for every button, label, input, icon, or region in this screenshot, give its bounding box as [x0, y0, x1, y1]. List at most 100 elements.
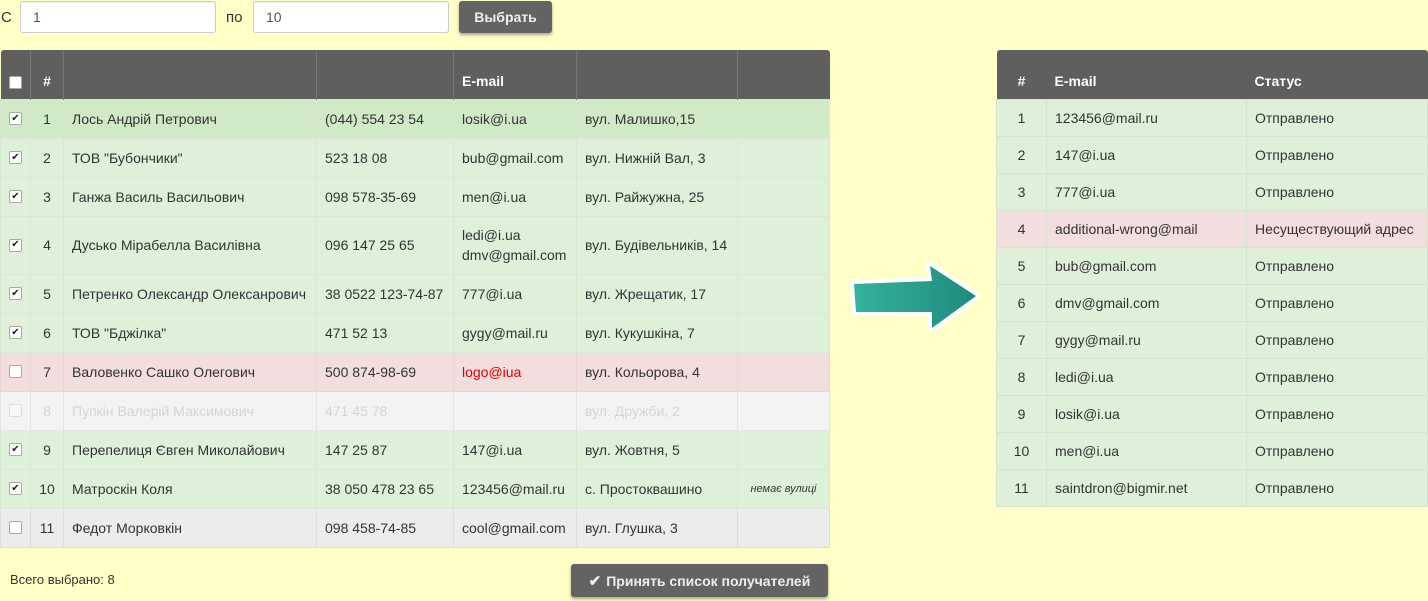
status-row-email: ledi@i.ua — [1046, 357, 1247, 396]
row-email: ledi@i.ua — [462, 227, 521, 243]
row-address: вул. Райжужна, 25 — [576, 176, 738, 217]
row-address: вул. Будівельників, 14 — [576, 215, 738, 275]
status-row-email: 777@i.ua — [1046, 172, 1247, 211]
table-row[interactable]: ✔ 3 Ганжа Василь Васильович 098 578-35-69 me… — [0, 176, 830, 217]
row-email-cell: losik@i.ua — [453, 98, 577, 139]
header-email: E-mail — [453, 50, 577, 99]
status-row-status: Отправлено — [1246, 320, 1428, 359]
table-row[interactable]: ✔ 4 Дусько Мірабелла Василівна 096 147 25 6… — [0, 215, 830, 275]
right-arrow-icon — [850, 262, 980, 332]
status-row-num: 10 — [996, 431, 1047, 470]
table-row[interactable]: ✔ 9 Перепелиця Євген Миколайович 147 25 87 1… — [0, 429, 830, 470]
row-email: 147@i.ua — [462, 441, 523, 458]
status-row: 4 additional-wrong@mail Несуществующий адр… — [996, 209, 1428, 248]
status-row: 1 123456@mail.ru Отправлено — [996, 98, 1428, 137]
total-selected: Всего выбрано: 8 — [10, 572, 115, 587]
status-row-email: 123456@mail.ru — [1046, 98, 1247, 137]
status-row-status: Отправлено — [1246, 357, 1428, 396]
row-phone: 096 147 25 65 — [316, 215, 454, 275]
check-icon: ✔ — [588, 572, 602, 590]
status-header-email: E-mail — [1046, 50, 1247, 99]
table-row[interactable]: ✔ 2 ТОВ "Бубончики" 523 18 08 bub@gmail.com в… — [0, 137, 830, 178]
status-row-email: men@i.ua — [1046, 431, 1247, 470]
select-all-checkbox[interactable] — [8, 75, 22, 89]
row-checkbox[interactable] — [9, 404, 22, 417]
status-row: 10 men@i.ua Отправлено — [996, 431, 1428, 470]
row-checkbox-cell — [0, 507, 31, 548]
row-name: ТОВ "Бджілка" — [63, 312, 317, 353]
row-checkbox[interactable]: ✔ — [9, 482, 22, 495]
row-checkbox[interactable]: ✔ — [9, 238, 22, 252]
row-note — [737, 273, 830, 314]
row-phone: 147 25 87 — [316, 429, 454, 470]
row-num: 8 — [30, 390, 64, 431]
table-row[interactable]: ✔ 1 Лось Андрій Петрович (044) 554 23 54 los… — [0, 98, 830, 139]
row-num: 11 — [30, 507, 64, 548]
table-row[interactable]: 11 Федот Морковкін 098 458-74-85 cool@gmail… — [0, 507, 830, 548]
row-name: Лось Андрій Петрович — [63, 98, 317, 139]
to-input[interactable] — [253, 1, 449, 33]
row-email-cell: men@i.ua — [453, 176, 577, 217]
row-checkbox[interactable] — [9, 365, 22, 378]
table-row[interactable]: ✔ 6 ТОВ "Бджілка" 471 52 13 gygy@mail.ru вул.… — [0, 312, 830, 353]
select-button[interactable]: Выбрать — [459, 1, 552, 33]
row-phone: 500 874-98-69 — [316, 351, 454, 392]
status-row-num: 2 — [996, 135, 1047, 174]
row-checkbox[interactable]: ✔ — [9, 443, 22, 456]
select-all-header — [0, 50, 31, 99]
status-header-row: # E-mail Статус — [996, 50, 1428, 99]
status-row-num: 11 — [996, 468, 1047, 507]
row-name: Федот Морковкін — [63, 507, 317, 548]
row-note — [737, 176, 830, 217]
row-note — [737, 429, 830, 470]
header-address — [576, 50, 738, 99]
row-email-cell: 123456@mail.ru — [453, 468, 577, 509]
row-note: немає вулиці — [737, 468, 830, 509]
table-row[interactable]: ✔ 5 Петренко Олександр Олексанрович 38 0522… — [0, 273, 830, 314]
status-row-num: 3 — [996, 172, 1047, 211]
row-num: 2 — [30, 137, 64, 178]
status-row-email: additional-wrong@mail — [1046, 209, 1247, 248]
row-checkbox-cell: ✔ — [0, 137, 31, 178]
row-address: с. Простоквашино — [576, 468, 738, 509]
status-row-status: Отправлено — [1246, 135, 1428, 174]
table-row[interactable]: 7 Валовенко Сашко Олегович 500 874-98-69 lo… — [0, 351, 830, 392]
row-note — [737, 507, 830, 548]
header-num: # — [30, 50, 64, 99]
row-checkbox-cell — [0, 390, 31, 431]
row-checkbox[interactable]: ✔ — [9, 151, 22, 164]
row-phone: 523 18 08 — [316, 137, 454, 178]
row-email: logo@iua — [462, 363, 522, 380]
status-row-status: Отправлено — [1246, 246, 1428, 285]
row-address: вул. Малишко,15 — [576, 98, 738, 139]
status-row-num: 9 — [996, 394, 1047, 433]
accept-recipients-button[interactable]: ✔ Принять список получателей — [571, 564, 828, 597]
row-email-cell: bub@gmail.com — [453, 137, 577, 178]
row-address: вул. Нижній Вал, 3 — [576, 137, 738, 178]
row-name: ТОВ "Бубончики" — [63, 137, 317, 178]
table-row[interactable]: 8 Пупкін Валерій Максимович 471 45 78 вул. … — [0, 390, 830, 431]
table-row[interactable]: ✔ 10 Матроскін Коля 38 050 478 23 65 123456@… — [0, 468, 830, 509]
row-note — [737, 390, 830, 431]
row-phone: 471 52 13 — [316, 312, 454, 353]
row-name: Валовенко Сашко Олегович — [63, 351, 317, 392]
row-checkbox[interactable]: ✔ — [9, 326, 22, 339]
row-email: men@i.ua — [462, 188, 527, 205]
row-checkbox-cell: ✔ — [0, 468, 31, 509]
row-note — [737, 98, 830, 139]
row-checkbox-cell: ✔ — [0, 429, 31, 470]
row-email: cool@gmail.com — [462, 519, 566, 536]
from-label: С — [1, 9, 12, 26]
status-row: 11 saintdron@bigmir.net Отправлено — [996, 468, 1428, 507]
row-checkbox[interactable]: ✔ — [9, 287, 22, 300]
row-checkbox[interactable] — [9, 521, 22, 534]
status-row: 6 dmv@gmail.com Отправлено — [996, 283, 1428, 322]
row-checkbox[interactable]: ✔ — [9, 112, 22, 125]
status-header-status: Статус — [1246, 50, 1428, 99]
from-input[interactable] — [20, 1, 216, 33]
row-num: 1 — [30, 98, 64, 139]
row-checkbox[interactable]: ✔ — [9, 190, 22, 203]
row-num: 6 — [30, 312, 64, 353]
row-email-cell: logo@iua — [453, 351, 577, 392]
status-row-status: Отправлено — [1246, 468, 1428, 507]
